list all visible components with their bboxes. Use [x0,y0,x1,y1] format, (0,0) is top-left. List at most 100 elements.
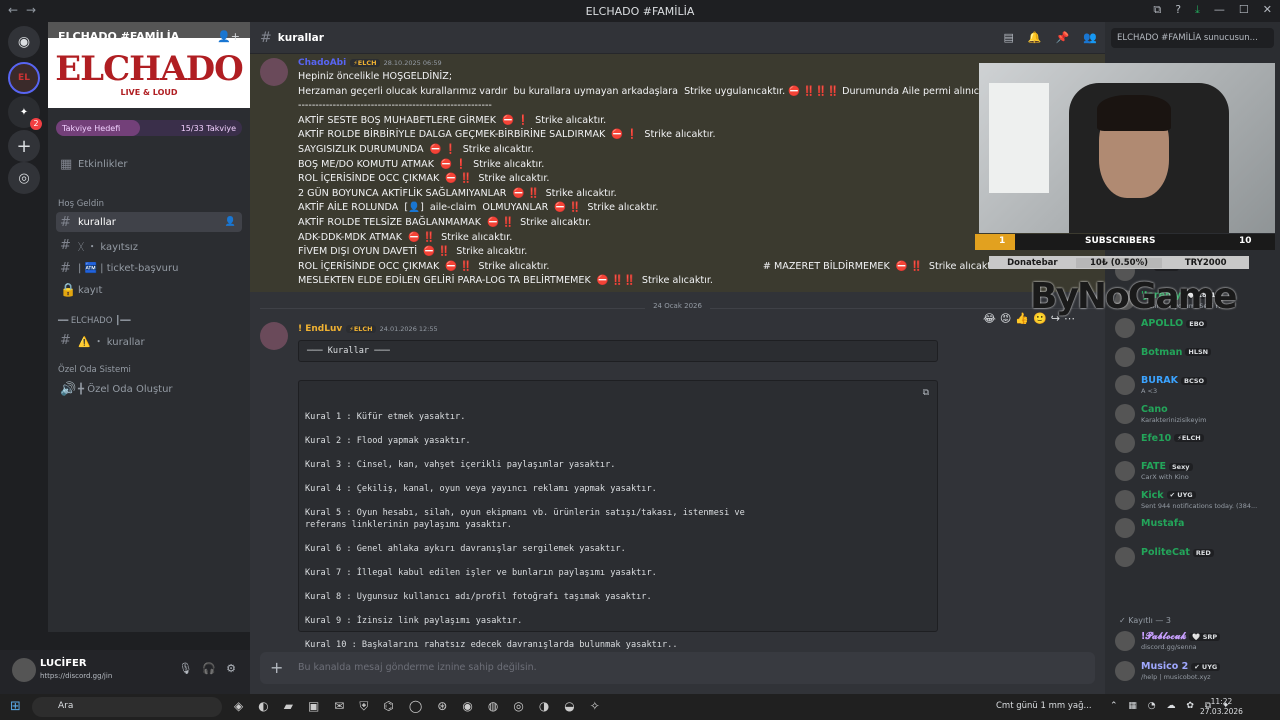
threads-icon[interactable]: ▤ [1003,31,1013,44]
user-status: https://discord.gg/jin [40,672,113,680]
mail-icon[interactable]: ✉ [334,699,344,714]
username[interactable]: LUCİFER [40,658,87,669]
add-attachment-icon[interactable]: + [270,658,283,677]
opera-icon[interactable]: ◯ [409,699,422,714]
category-elchado[interactable]: ━━ ELCHADO ┃━━ [58,316,130,326]
member-item[interactable]: !𝓟𝓪𝓫𝓵𝓸𝓬𝓾𝓴 🤍 SRP discord.gg/senna [1113,628,1273,654]
reaction-icon[interactable]: 👍 [1015,312,1029,325]
gear-icon[interactable]: ⚙ [226,662,236,675]
member-item[interactable]: Efe10 ⚡ELCH [1113,430,1273,456]
rule-line: Kural 2 : Flood yapmak yasaktır. [305,436,471,446]
vscode-icon[interactable]: ⌬ [383,699,393,714]
clock[interactable]: 11:22 27.03.2026 [1200,697,1243,717]
server-name[interactable]: ELCHADO #FAMİLİA [58,30,179,43]
members-icon[interactable]: 👥 [1083,31,1097,44]
member-item[interactable]: Mustafa [1113,515,1273,541]
channel-kayit[interactable]: 🔒 kayıt [56,280,242,300]
code-block-rules: Kural 1 : Küfür etmek yasaktır. Kural 2 … [298,380,938,650]
chrome-profile-icon[interactable]: ◒ [564,699,574,714]
category-private-room[interactable]: Özel Oda Sistemi [58,365,131,375]
member-name: Cano [1141,404,1168,415]
server-icon-elchado[interactable]: EL [8,62,40,94]
member-item[interactable]: Kick ✔ UYG Sent 944 notifications today. (… [1113,487,1273,513]
avatar [1115,631,1135,651]
maximize-button[interactable]: ☐ [1239,3,1249,17]
message-author[interactable]: ChadoAbi ⚡ELCH 28.10.2025 06:59 [298,58,442,68]
taskbar-search[interactable]: Ara [32,697,222,717]
help-icon[interactable]: ? [1175,3,1181,17]
channel-kayitsiz[interactable]: # ᚷ ・ kayıtsız [56,235,242,255]
rule-line [305,423,931,435]
steam-icon[interactable]: ⊛ [437,699,447,714]
weather-widget[interactable]: Cmt günü 1 mm yağ... [996,701,1092,711]
message-line: AKTİF ROLDE BİRBİRİYLE DALGA GEÇMEK-BİRB… [298,129,716,141]
spotify-icon[interactable]: ◍ [488,699,498,714]
microphone-icon[interactable]: 🎙 [178,662,192,675]
pin-icon[interactable]: 📌 [1056,31,1070,44]
clock-time: 11:22 [1210,697,1233,706]
events-item[interactable]: ▦ Etkinlikler [56,154,242,174]
copy-icon[interactable]: ⧉ [923,387,929,399]
boost-goal-bar[interactable]: Takviye Hedefi 15/33 Takviye [56,120,242,136]
member-activity: CarX with Kino [1141,473,1189,482]
reaction-icon[interactable]: 😂 [983,312,996,325]
member-item[interactable]: Musico 2 ✔ UYG/help | musicobot.xyz [1113,658,1273,684]
github-icon[interactable]: ◎ [513,699,523,714]
hash-icon: # [60,260,71,276]
message-line: AKTİF SESTE BOŞ MUHABETLERE GİRMEK ⛔ ❗ S… [298,114,607,126]
server-header[interactable]: ELCHADO #FAMİLİA 👤+ ELCHADO LIVE & LOUD [48,22,250,108]
member-item[interactable]: Botman HLSN [1113,344,1273,370]
store-icon[interactable]: ▣ [308,699,319,714]
rule-line: Kural 5 : Oyun hesabı, silah, oyun ekipm… [305,508,745,518]
avatar[interactable] [260,58,288,86]
discord-home-icon[interactable]: ◉ [8,26,40,58]
bell-icon[interactable]: 🔔 [1028,31,1042,44]
channel-kurallar[interactable]: # kurallar 👤 [56,212,242,232]
headphones-icon[interactable]: 🎧 [202,662,216,675]
message-author[interactable]: ! EndLuv ⚡ELCH 24.01.2026 12:55 [298,324,438,334]
inbox-icon[interactable]: ⧉ [1153,3,1161,17]
avatar [1115,461,1135,482]
avatar[interactable] [260,322,288,350]
avatar[interactable] [12,658,36,682]
speaker-icon: 🔊 [60,381,77,397]
member-item[interactable]: PoliteCat RED [1113,544,1273,570]
member-item[interactable]: Cano Karakterinizisikeyim [1113,401,1273,427]
webcam-hair [1097,95,1171,131]
member-name: Efe10 ⚡ELCH [1141,433,1204,444]
search-input[interactable]: ELCHADO #FAMİLİA sunucusun... [1111,28,1274,48]
member-tag: EBO [1186,319,1208,328]
member-icon[interactable]: 👤 [225,217,236,227]
folder-icon[interactable]: ▰ [284,699,293,714]
channel-ticket[interactable]: # | 🏧 | ticket-başvuru [56,258,242,278]
reaction-icon[interactable]: 😡 [1000,312,1011,325]
minimize-button[interactable]: — [1214,3,1225,17]
channel-header: # kurallar ▤ 🔔 📌 👥 [250,22,1105,54]
avatar [1115,661,1135,681]
discord-icon[interactable]: ◉ [462,699,472,714]
window-title: ELCHADO #FAMİLİA [585,5,695,18]
donate-progress: 10₺ (0.50%) [1075,257,1163,268]
invite-icon[interactable]: 👤+ [217,30,240,43]
member-item[interactable]: FATE Sexy CarX with Kino [1113,458,1273,484]
message-composer[interactable]: + Bu kanalda mesaj gönderme iznine sahip… [260,652,1095,684]
chrome-icon[interactable]: ◑ [539,699,549,714]
windows-start-icon[interactable]: ⊞ [10,699,21,714]
explore-icon[interactable]: ◎ [8,162,40,194]
member-item[interactable]: APOLLO EBO [1113,315,1273,341]
message-item[interactable]: ChadoAbi ⚡ELCH 28.10.2025 06:59 Hepiniz ön… [250,54,1105,292]
server-icon-other[interactable]: ✦ [8,96,42,130]
app-icon[interactable]: ✧ [590,699,600,714]
download-icon[interactable]: ⤓ [1195,3,1200,17]
member-tag: RED [1192,548,1214,557]
shield-icon[interactable]: ⛨ [359,699,368,714]
channel-create-room[interactable]: 🔊 ╋ Özel Oda Oluştur [56,379,242,399]
rules-text: Kural 1 : Küfür etmek yasaktır. Kural 2 … [305,411,931,651]
channel-elchado-kurallar[interactable]: # ⚠️ ・ kurallar [56,330,242,350]
close-button[interactable]: ✕ [1263,3,1272,17]
copilot-icon[interactable]: ◈ [234,699,243,714]
category-welcome[interactable]: Hoş Geldin [58,199,104,209]
edge-icon[interactable]: ◐ [258,699,268,714]
member-item[interactable]: BURAK BCSO A <3 [1113,372,1273,398]
add-server-icon[interactable]: + [8,130,40,162]
